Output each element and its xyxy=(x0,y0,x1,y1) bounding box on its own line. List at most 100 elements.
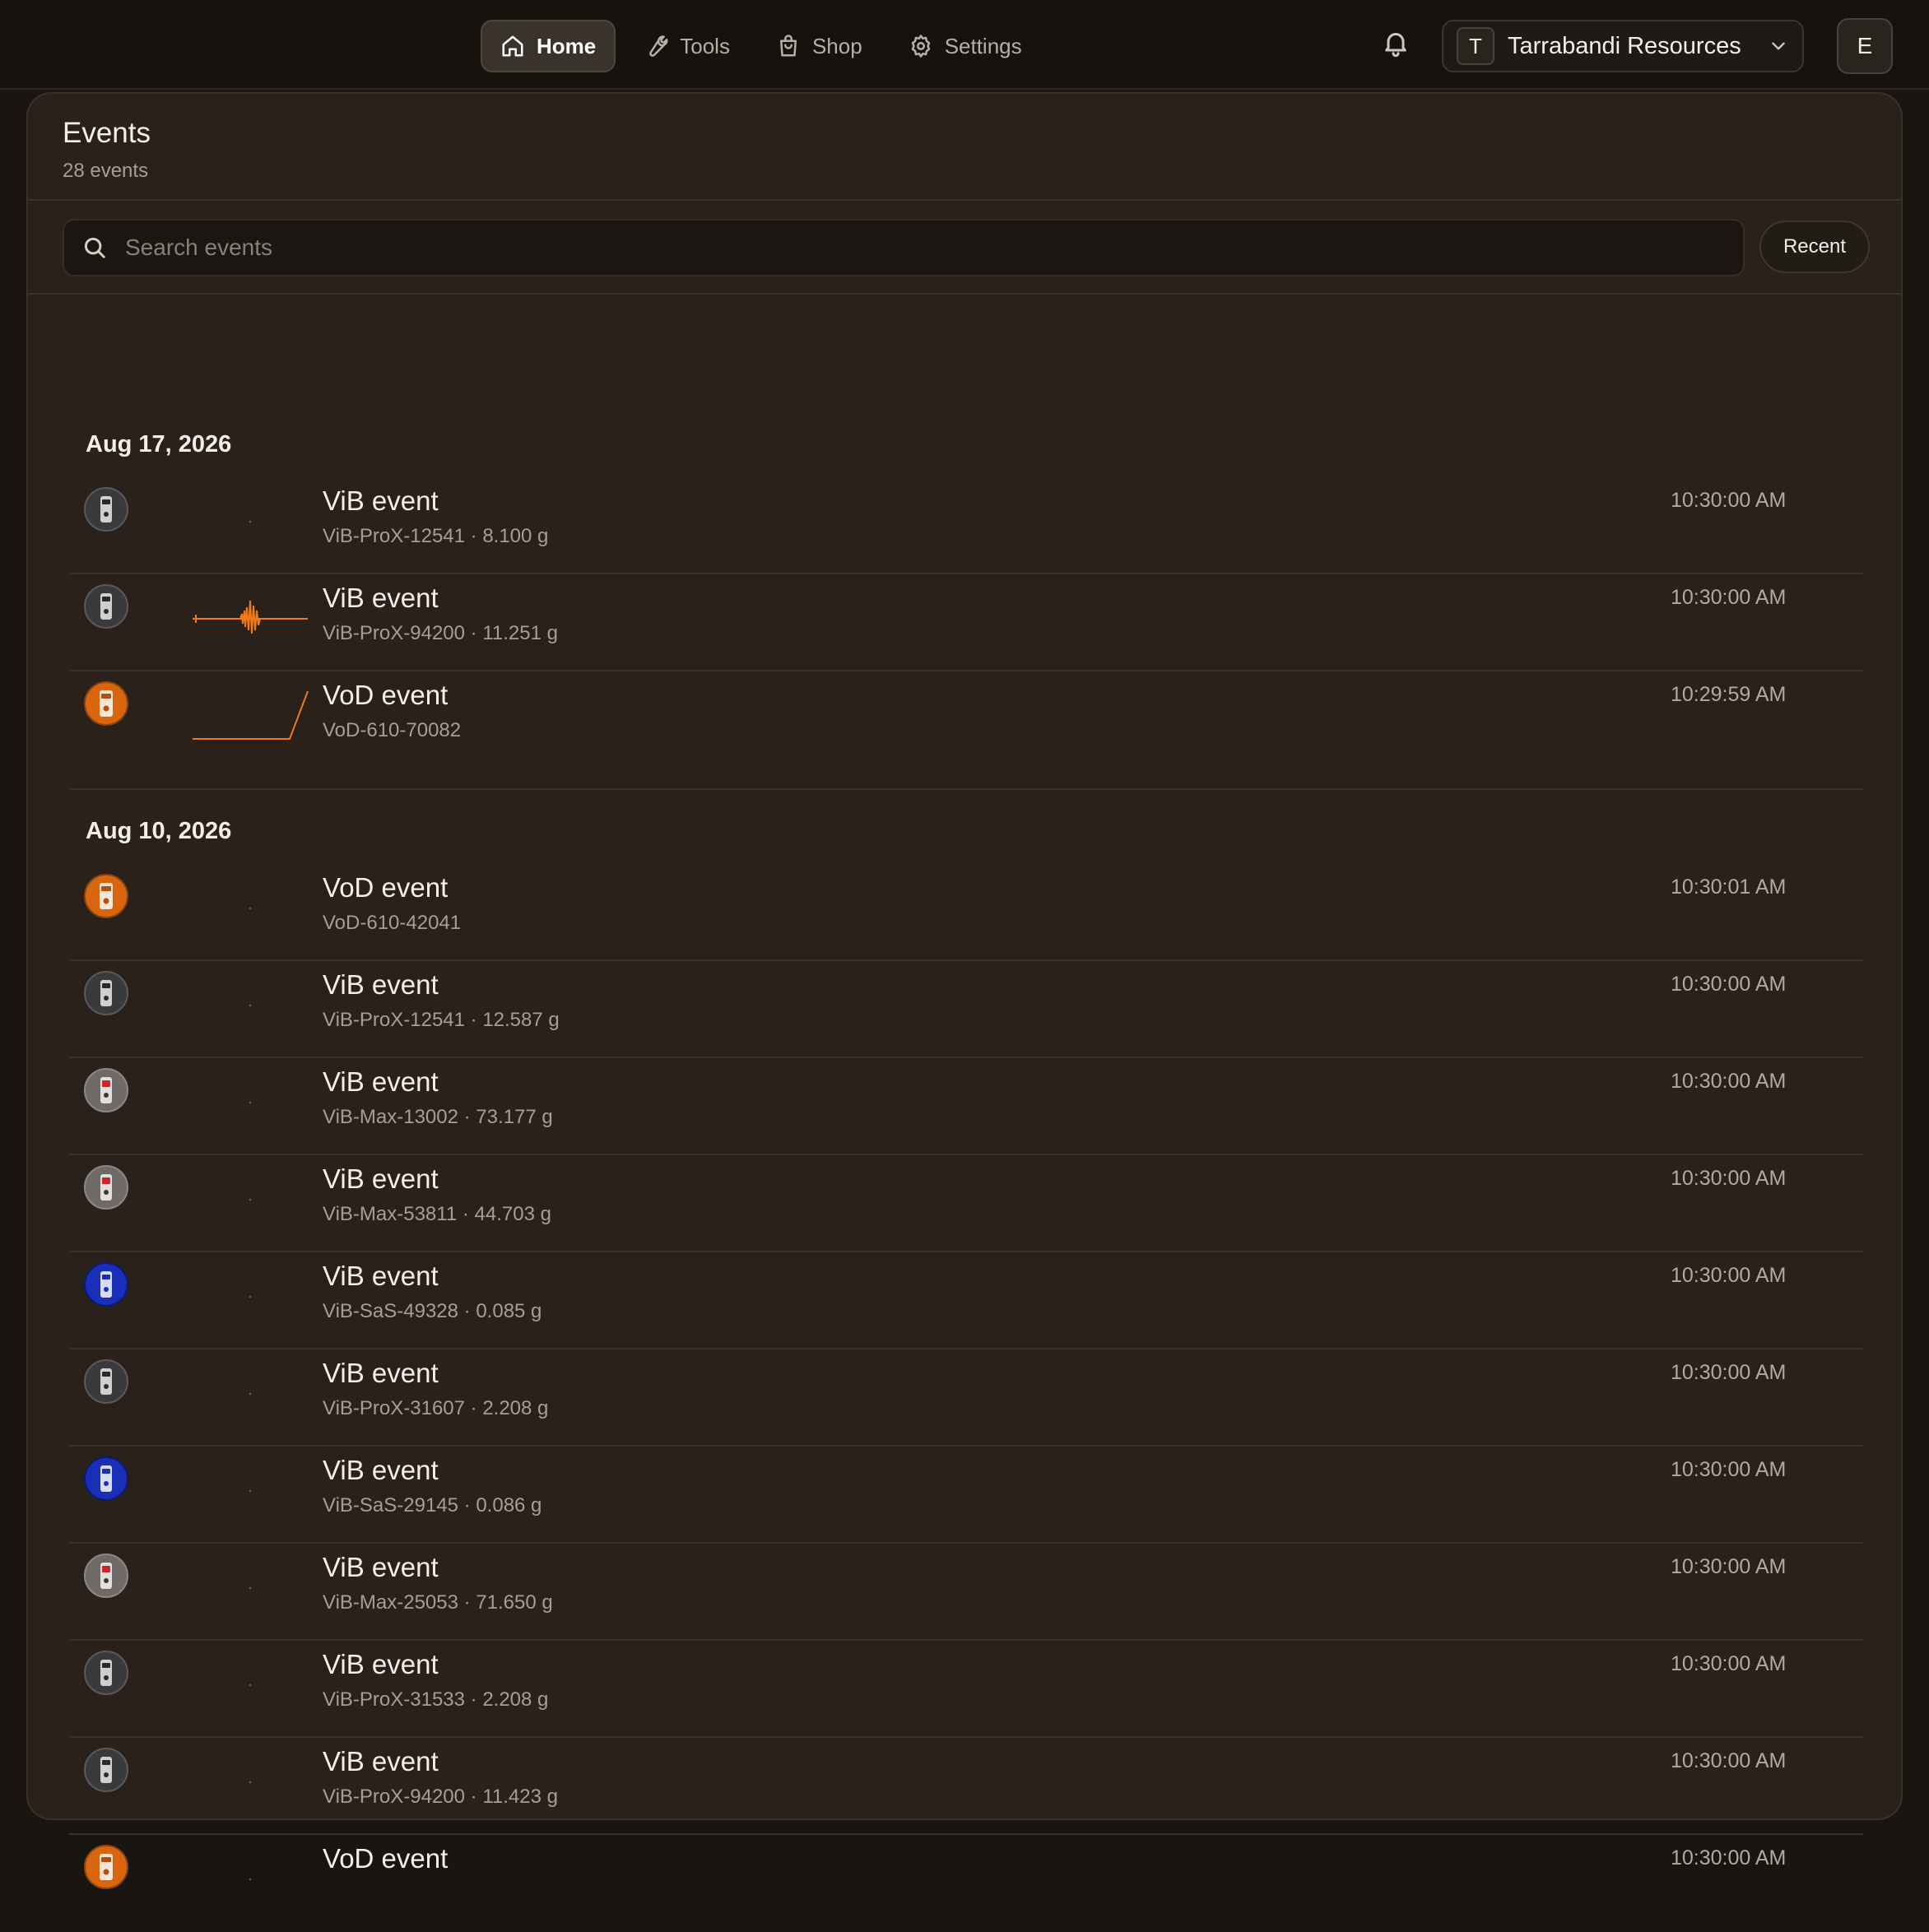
vib-prox-device-icon xyxy=(84,584,128,629)
nav-shop[interactable]: Shop xyxy=(758,20,881,72)
event-time: 10:30:00 AM xyxy=(1671,489,1787,512)
waveform-thumbnail xyxy=(249,1781,252,1784)
event-time: 10:30:00 AM xyxy=(1671,1070,1787,1093)
waveform-thumbnail xyxy=(249,1198,252,1201)
search-input[interactable] xyxy=(123,234,1743,262)
event-subtitle: ViB-Max-25053 · 71.650 g xyxy=(323,1591,553,1614)
event-subtitle: ViB-ProX-12541 · 8.100 g xyxy=(323,525,549,547)
vib-max-device-icon xyxy=(84,1068,128,1112)
event-subtitle: VoD-610-42041 xyxy=(323,912,462,934)
date-group-heading: Aug 10, 2026 xyxy=(86,818,232,844)
event-title: ViB event xyxy=(323,1261,439,1291)
nav-settings[interactable]: Settings xyxy=(890,20,1040,72)
events-header: Events 28 events xyxy=(28,94,1901,201)
event-title: ViB event xyxy=(323,583,439,613)
main-nav: Home Tools Shop Settings xyxy=(481,20,1040,72)
event-row[interactable]: ViB event ViB-ProX-31607 · 2.208 g 10:30… xyxy=(69,1349,1863,1447)
vib-sas-device-icon xyxy=(84,1456,128,1501)
vib-sas-device-icon xyxy=(84,1262,128,1307)
event-title: VoD event xyxy=(323,680,449,710)
event-row[interactable]: VoD event VoD-610-70082 10:29:59 AM xyxy=(69,671,1863,769)
event-title: VoD event xyxy=(323,1843,449,1874)
event-row[interactable]: ViB event ViB-Max-13002 · 73.177 g 10:30… xyxy=(69,1058,1863,1155)
event-time: 10:30:00 AM xyxy=(1671,1749,1787,1772)
event-row[interactable]: ViB event ViB-ProX-12541 · 8.100 g 10:30… xyxy=(69,477,1863,574)
event-row[interactable]: VoD event 10:30:00 AM xyxy=(69,1835,1863,1932)
events-panel: Events 28 events Recent Aug 17, 2026 ViB… xyxy=(26,92,1903,1889)
page-title: Events xyxy=(63,117,151,149)
event-row[interactable]: ViB event ViB-Max-25053 · 71.650 g 10:30… xyxy=(69,1544,1863,1641)
top-navigation-bar: Home Tools Shop Settings T Tarrabandi Re… xyxy=(0,0,1929,90)
event-subtitle: ViB-ProX-94200 · 11.423 g xyxy=(323,1786,558,1808)
waveform-thumbnail xyxy=(249,1004,252,1007)
event-title: ViB event xyxy=(323,1552,439,1582)
nav-settings-label: Settings xyxy=(944,33,1022,58)
vib-prox-device-icon xyxy=(84,1651,128,1695)
wrench-icon xyxy=(649,35,668,57)
nav-home[interactable]: Home xyxy=(481,20,616,72)
event-row[interactable]: ViB event ViB-ProX-31533 · 2.208 g 10:30… xyxy=(69,1641,1863,1738)
event-subtitle: ViB-ProX-94200 · 11.251 g xyxy=(323,622,558,644)
home-icon xyxy=(502,35,523,57)
trend-thumbnail xyxy=(193,690,309,740)
event-title: VoD event xyxy=(323,872,449,903)
vib-max-device-icon xyxy=(84,1165,128,1210)
nav-tools[interactable]: Tools xyxy=(625,20,748,72)
nav-tools-label: Tools xyxy=(680,33,730,58)
event-time: 10:30:00 AM xyxy=(1671,1458,1787,1481)
event-row[interactable]: VoD event VoD-610-42041 10:30:01 AM xyxy=(69,864,1863,961)
event-title: ViB event xyxy=(323,1649,439,1679)
organization-switcher[interactable]: T Tarrabandi Resources xyxy=(1442,20,1804,72)
waveform-thumbnail xyxy=(249,1392,252,1396)
waveform-thumbnail xyxy=(249,1489,252,1493)
event-row[interactable]: ViB event ViB-ProX-94200 · 11.423 g 10:3… xyxy=(69,1738,1863,1835)
event-time: 10:30:00 AM xyxy=(1671,973,1787,996)
event-time: 10:30:00 AM xyxy=(1671,1167,1787,1190)
event-row[interactable]: ViB event ViB-ProX-12541 · 12.587 g 10:3… xyxy=(69,961,1863,1058)
search-toolbar: Recent xyxy=(28,201,1901,295)
event-title: ViB event xyxy=(323,969,439,1000)
event-time: 10:30:00 AM xyxy=(1671,1361,1787,1384)
waveform-thumbnail xyxy=(249,907,252,910)
event-subtitle: ViB-SaS-49328 · 0.085 g xyxy=(323,1300,542,1322)
group-divider xyxy=(69,788,1863,790)
user-avatar-button[interactable]: E xyxy=(1837,18,1893,74)
notifications-button[interactable] xyxy=(1381,28,1411,61)
waveform-thumbnail xyxy=(249,1295,252,1298)
waveform-thumbnail xyxy=(249,1101,252,1104)
event-row[interactable]: ViB event ViB-SaS-29145 · 0.086 g 10:30:… xyxy=(69,1447,1863,1544)
vib-prox-device-icon xyxy=(84,487,128,532)
waveform-thumbnail xyxy=(249,1684,252,1687)
nav-home-label: Home xyxy=(537,33,597,58)
event-subtitle: VoD-610-70082 xyxy=(323,719,462,741)
event-time: 10:30:00 AM xyxy=(1671,1555,1787,1578)
vib-prox-device-icon xyxy=(84,1359,128,1404)
bell-icon xyxy=(1385,33,1406,58)
vib-prox-device-icon xyxy=(84,971,128,1015)
event-row[interactable]: ViB event ViB-SaS-49328 · 0.085 g 10:30:… xyxy=(69,1252,1863,1349)
event-subtitle: ViB-SaS-29145 · 0.086 g xyxy=(323,1494,542,1516)
nav-shop-label: Shop xyxy=(811,33,862,58)
search-icon xyxy=(84,237,105,258)
event-title: ViB event xyxy=(323,1163,439,1194)
waveform-thumbnail xyxy=(249,1586,252,1590)
event-time: 10:30:00 AM xyxy=(1671,1652,1787,1675)
vib-prox-device-icon xyxy=(84,1748,128,1792)
event-row[interactable]: ViB event ViB-ProX-94200 · 11.251 g 10:3… xyxy=(69,574,1863,671)
gear-icon xyxy=(911,35,930,58)
event-title: ViB event xyxy=(323,1746,439,1776)
search-box[interactable] xyxy=(63,219,1745,276)
shopping-bag-icon xyxy=(779,35,797,57)
waveform-thumbnail xyxy=(193,600,308,634)
vod-device-icon xyxy=(84,681,128,726)
event-row[interactable]: ViB event ViB-Max-53811 · 44.703 g 10:30… xyxy=(69,1155,1863,1252)
waveform-thumbnail xyxy=(249,1878,252,1881)
org-avatar: T xyxy=(1457,27,1494,65)
waveform-thumbnail xyxy=(249,520,252,523)
vib-max-device-icon xyxy=(84,1553,128,1598)
event-subtitle: ViB-Max-53811 · 44.703 g xyxy=(323,1203,551,1225)
sort-recent-button[interactable]: Recent xyxy=(1759,221,1870,273)
event-subtitle: ViB-Max-13002 · 73.177 g xyxy=(323,1106,553,1128)
event-time: 10:30:00 AM xyxy=(1671,586,1787,609)
event-time: 10:29:59 AM xyxy=(1671,683,1787,706)
